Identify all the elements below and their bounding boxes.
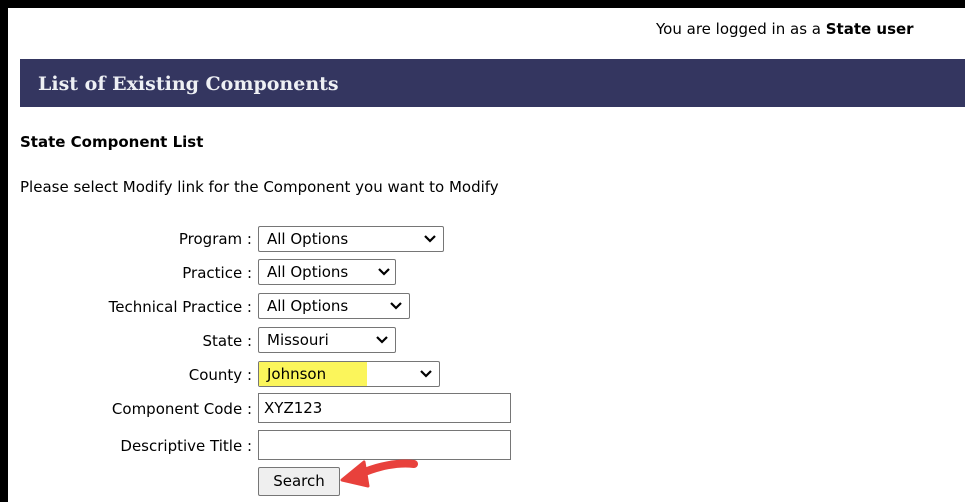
window-frame-top xyxy=(0,0,965,8)
practice-label: Practice : xyxy=(182,264,252,282)
instruction-text: Please select Modify link for the Compon… xyxy=(20,178,499,196)
program-select[interactable]: All Options xyxy=(258,226,444,252)
state-label: State : xyxy=(202,332,252,350)
county-label: County : xyxy=(188,366,252,384)
technical-practice-select[interactable]: All Options xyxy=(258,293,410,319)
search-button-label: Search xyxy=(273,472,325,490)
login-status: You are logged in as a State user xyxy=(656,20,914,38)
search-button[interactable]: Search xyxy=(258,467,340,496)
chevron-down-icon xyxy=(423,227,437,259)
practice-select[interactable]: All Options xyxy=(258,259,396,285)
program-label: Program : xyxy=(178,230,252,248)
window-frame-left xyxy=(0,0,8,502)
red-arrow-icon xyxy=(340,459,418,488)
descriptive-title-label: Descriptive Title : xyxy=(120,437,252,455)
county-select-value: Johnson xyxy=(267,365,327,383)
technical-practice-label: Technical Practice : xyxy=(108,298,252,316)
county-select[interactable]: Johnson xyxy=(258,361,440,387)
component-code-input[interactable]: XYZ123 xyxy=(258,393,511,423)
login-role: State user xyxy=(825,20,914,38)
page-banner: List of Existing Components xyxy=(20,59,965,107)
component-code-value: XYZ123 xyxy=(264,399,323,417)
chevron-down-icon xyxy=(377,260,391,292)
chevron-down-icon xyxy=(419,362,433,394)
state-select[interactable]: Missouri xyxy=(258,327,396,353)
state-select-value: Missouri xyxy=(267,331,329,349)
practice-select-value: All Options xyxy=(267,263,349,281)
chevron-down-icon xyxy=(375,328,389,360)
chevron-down-icon xyxy=(389,294,403,326)
component-code-label: Component Code : xyxy=(111,400,252,418)
login-prefix: You are logged in as a xyxy=(656,20,826,38)
technical-practice-select-value: All Options xyxy=(267,297,349,315)
page-title: List of Existing Components xyxy=(38,73,339,95)
section-title: State Component List xyxy=(20,133,204,151)
program-select-value: All Options xyxy=(267,230,349,248)
